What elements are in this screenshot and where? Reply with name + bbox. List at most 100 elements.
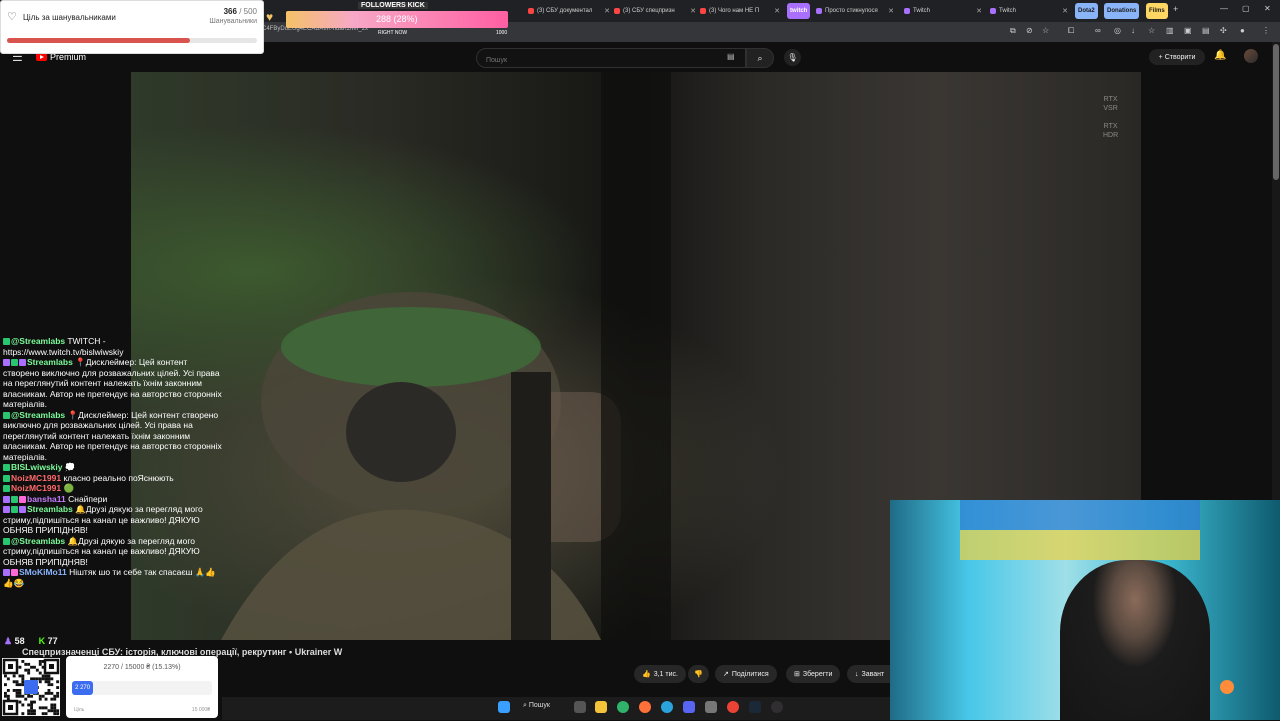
extensions-puzzle-icon[interactable]: ✣	[1220, 26, 1227, 35]
edge-icon[interactable]	[617, 701, 629, 713]
browser-tab-3[interactable]: (3) Чого нам НЕ П ✕	[700, 3, 780, 19]
extension-icon[interactable]: ∞	[1095, 26, 1101, 35]
search-box[interactable]	[476, 48, 746, 68]
browser-tab-1[interactable]: (3) СБУ документал ✕	[528, 3, 610, 19]
flag-background	[960, 500, 1200, 560]
new-tab-icon[interactable]: +	[1173, 4, 1178, 14]
chat-badge-icon	[19, 359, 26, 366]
close-tab-icon[interactable]: ✕	[1062, 7, 1068, 15]
chat-username[interactable]: Streamlabs	[27, 504, 73, 514]
chat-badge-icon	[3, 495, 10, 503]
voice-search-button[interactable]: 🎙	[784, 49, 801, 66]
qr-pattern	[2, 658, 60, 716]
firefox-icon[interactable]	[639, 701, 651, 713]
telegram-icon[interactable]	[661, 701, 673, 713]
minimize-icon[interactable]: —	[1220, 4, 1228, 13]
close-tab-icon[interactable]: ✕	[976, 7, 982, 15]
extension-icon[interactable]: ◎	[1114, 26, 1121, 35]
chat-text: Снайпери	[68, 493, 108, 504]
chat-badge-icon	[3, 338, 10, 345]
chat-message: bansha11 Снайпери	[0, 494, 225, 505]
webcam-overlay	[890, 500, 1280, 720]
close-tab-icon[interactable]: ✕	[690, 7, 696, 15]
save-button[interactable]: ⊞ Зберегти	[786, 665, 841, 683]
chat-username[interactable]: Streamlabs	[27, 357, 73, 367]
task-view-icon[interactable]	[574, 701, 586, 713]
donation-qr-code	[2, 658, 60, 716]
followers-kick-value: 288 (28%)	[376, 14, 418, 24]
search-input[interactable]	[484, 56, 718, 65]
chat-badge-icon	[3, 506, 10, 513]
maximize-icon[interactable]: ▢	[1242, 4, 1250, 13]
search-icon: ⌕	[523, 702, 527, 709]
bookmark-icon[interactable]: ☆	[1148, 26, 1155, 35]
browser-tab-6[interactable]: Twitch ✕	[904, 3, 982, 19]
kebab-menu-icon[interactable]: ⋮	[1262, 26, 1270, 35]
taskbar-search[interactable]: ⌕ Пошук	[523, 702, 550, 710]
chat-badge-icon	[3, 359, 10, 366]
chat-username[interactable]: NoizMC1991	[11, 483, 61, 493]
chat-username[interactable]: SMoKiMo11	[19, 567, 67, 577]
browser-tab-2[interactable]: (3) СБУ спецпризн ✕	[614, 3, 696, 19]
heart-icon: ♡	[7, 11, 17, 23]
youtube-favicon-icon	[700, 8, 706, 14]
trash-icon[interactable]: ▥	[1166, 26, 1174, 35]
like-button[interactable]: 👍 3,1 тис.	[634, 665, 686, 683]
chat-username[interactable]: NoizMC1991	[11, 473, 61, 483]
dislike-button[interactable]: 👎	[688, 665, 709, 683]
chat-username[interactable]: BISLwiwskiy	[11, 462, 63, 472]
chat-message: Streamlabs 🔔Друзі дякую за перегляд мого…	[0, 504, 225, 536]
notifications-bell-icon[interactable]: 🔔	[1214, 50, 1226, 61]
chat-message: @Streamlabs 🔔Друзі дякую за перегляд мог…	[0, 536, 225, 568]
chat-username[interactable]: @Streamlabs	[11, 410, 65, 420]
explorer-icon[interactable]	[595, 701, 607, 713]
keyboard-icon[interactable]: ▤	[727, 52, 735, 61]
chat-badge-icon	[3, 464, 10, 471]
discord-icon[interactable]	[683, 701, 695, 713]
share-button[interactable]: ↗ Поділитися	[715, 665, 777, 683]
obs-icon[interactable]	[771, 701, 783, 713]
create-button[interactable]: + Створити	[1149, 49, 1205, 65]
avatar[interactable]	[1244, 49, 1258, 63]
kick-icon: K	[38, 636, 46, 646]
chat-badge-icon	[3, 569, 10, 576]
browser-tab-5[interactable]: Просто стикнулося ✕	[816, 3, 894, 19]
bookmark-films[interactable]: Films	[1146, 3, 1168, 19]
chat-badge-icon	[3, 485, 10, 492]
profile-icon[interactable]: ●	[1240, 26, 1245, 35]
store-icon[interactable]	[705, 701, 717, 713]
chat-username[interactable]: @Streamlabs	[11, 536, 65, 546]
scrollbar-thumb[interactable]	[1273, 44, 1279, 180]
browser-tab-4[interactable]: twitch	[787, 3, 811, 19]
close-window-icon[interactable]: ✕	[1264, 4, 1271, 13]
chat-overlay: @Streamlabs TWITCH - https://www.twitch.…	[0, 336, 225, 636]
extension-icon[interactable]: ⧠	[1068, 26, 1074, 36]
download-icon[interactable]: ↓	[1131, 26, 1135, 35]
close-tab-icon[interactable]: ✕	[888, 7, 894, 15]
extension-icon[interactable]: ▤	[1202, 26, 1210, 35]
viewers-icon: ♟	[4, 636, 13, 646]
cast-icon[interactable]: ⧉	[1010, 26, 1016, 36]
steam-icon[interactable]	[749, 701, 761, 713]
extension-icon[interactable]: ▣	[1184, 26, 1192, 35]
close-tab-icon[interactable]: ✕	[774, 7, 780, 15]
plus-icon: +	[1158, 53, 1163, 61]
chat-message: NoizMC1991 класно реально поЯснюють	[0, 473, 225, 484]
chat-message: SMoKiMo11 Ніштяк шо ти себе так спасаєш …	[0, 567, 225, 588]
streamer-figure	[1060, 560, 1210, 720]
microphone-icon: 🎙	[787, 53, 798, 62]
chat-badge-icon	[11, 359, 18, 366]
follower-goal-fill	[7, 38, 190, 43]
search-button[interactable]: ⌕	[746, 48, 774, 68]
followers-kick-title: FOLLOWERS KICK	[358, 2, 428, 9]
chat-username[interactable]: bansha11	[27, 494, 66, 504]
bookmark-donations[interactable]: Donations	[1104, 3, 1140, 19]
star-icon[interactable]: ☆	[1042, 26, 1049, 35]
bookmark-dota2[interactable]: Dota2	[1075, 3, 1098, 19]
windows-icon[interactable]	[498, 701, 510, 713]
browser-tab-7[interactable]: Twitch ✕	[990, 3, 1068, 19]
chrome-icon[interactable]	[727, 701, 739, 713]
eye-off-icon[interactable]: ⊘	[1026, 26, 1033, 35]
chat-username[interactable]: @Streamlabs	[11, 336, 65, 346]
close-tab-icon[interactable]: ✕	[604, 7, 610, 15]
